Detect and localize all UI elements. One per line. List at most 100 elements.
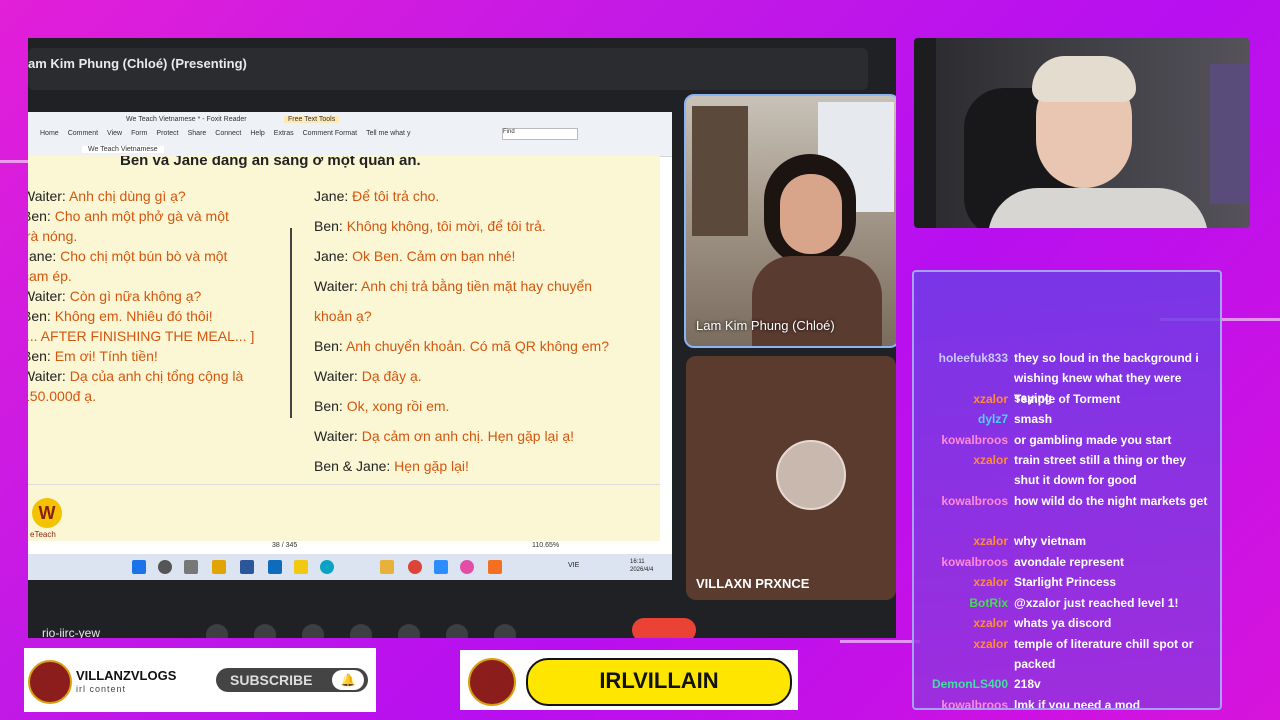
channel-name: IRLVILLAIN	[599, 668, 719, 693]
foxit-icon[interactable]	[488, 560, 502, 574]
dialogue-line: khoản ạ?	[314, 308, 372, 324]
raise-hand-icon[interactable]	[446, 624, 468, 638]
emoji-icon[interactable]	[398, 624, 420, 638]
webcam-edge	[914, 38, 936, 228]
chat-text: train street still a thing or they shut …	[1014, 453, 1187, 487]
chat-message: holeefuk833 they so loud in the backgroun…	[914, 348, 1220, 405]
dialogue-text: Dạ cảm ơn anh chị. Hẹn gặp lại ạ!	[361, 428, 575, 444]
reader-menu-item[interactable]: Connect	[215, 130, 241, 137]
chat-username[interactable]: xzalor	[973, 531, 1008, 551]
channel-avatar	[468, 658, 516, 706]
edge-icon[interactable]	[320, 560, 334, 574]
chat-username[interactable]: kowalbroos	[941, 552, 1008, 572]
chat-text: smash	[1014, 412, 1053, 426]
chat-username[interactable]: xzalor	[973, 450, 1008, 470]
chat-username[interactable]: xzalor	[973, 613, 1008, 633]
chat-text: @xzalor just reached level 1!	[1014, 595, 1179, 610]
captions-icon[interactable]	[206, 624, 228, 638]
chat-message: xzalor train street still a thing or they…	[914, 450, 1220, 490]
taskview-icon[interactable]	[184, 560, 198, 574]
reader-menu-item[interactable]: View	[107, 130, 122, 137]
reader-menu: Home Comment View Form Protect Share Connect He…	[40, 130, 410, 137]
reader-menu-item[interactable]: Comment Format	[303, 130, 357, 137]
reader-menu-item[interactable]: Form	[131, 130, 147, 137]
subscribe-button[interactable]: SUBSCRIBE 🔔	[216, 668, 368, 692]
word-icon[interactable]	[240, 560, 254, 574]
mic-icon[interactable]	[254, 624, 276, 638]
dialogue-text: Không không, tôi mời, để tôi trả.	[346, 218, 546, 234]
streamer-hair	[1032, 56, 1136, 102]
present-icon[interactable]	[350, 624, 372, 638]
dialogue-line: Ben & Jane: Hẹn gặp lại!	[314, 458, 469, 474]
dialogue-text: Còn gì nữa không ạ?	[69, 288, 202, 304]
channel-banner: IRLVILLAIN	[460, 650, 798, 710]
participant-name: VILLAXN PRXNCE	[696, 576, 810, 591]
dialogue-text: Anh chuyển khoản. Có mã QR không em?	[345, 338, 609, 354]
free-text-tools-label[interactable]: Free Text Tools	[284, 116, 340, 123]
dialogue-text: [... AFTER FINISHING THE MEAL... ]	[28, 328, 255, 344]
reader-menu-item[interactable]: Help	[250, 130, 264, 137]
chat-username[interactable]: xzalor	[973, 634, 1008, 654]
dialogue-line: [... AFTER FINISHING THE MEAL... ]	[28, 328, 254, 344]
speaker-label: Jane:	[314, 248, 349, 264]
reader-menu-item[interactable]: Tell me what y	[366, 130, 410, 137]
dialogue-line: Jane: Cho chị một bún bò và một	[28, 248, 227, 264]
notes-icon[interactable]	[294, 560, 308, 574]
chat-message: xzalor why vietnam	[914, 531, 1220, 551]
chat-username[interactable]: holeefuk833	[939, 348, 1008, 368]
speaker-label: Ben & Jane:	[314, 458, 391, 474]
participant-face	[780, 174, 842, 254]
chat-username[interactable]: kowalbroos	[941, 695, 1008, 709]
camera-icon[interactable]	[302, 624, 324, 638]
mail-icon[interactable]	[268, 560, 282, 574]
background-shelf	[692, 106, 748, 236]
more-icon[interactable]	[494, 624, 516, 638]
reader-menu-item[interactable]: Home	[40, 130, 59, 137]
zoom-app-icon[interactable]	[434, 560, 448, 574]
dialogue-text: trà nóng.	[28, 228, 78, 244]
dialogue-line: 150.000đ ạ.	[28, 388, 96, 404]
chat-app-icon[interactable]	[460, 560, 474, 574]
zoom-level[interactable]: 110.65%	[532, 542, 559, 549]
background-monitor	[1210, 64, 1250, 204]
chrome-icon[interactable]	[408, 560, 422, 574]
chat-username[interactable]: dylz7	[978, 409, 1008, 429]
chat-text: how wild do the night markets get	[1014, 493, 1208, 508]
dialogue-text: Anh chị dùng gì ạ?	[68, 188, 186, 204]
chat-username[interactable]: kowalbroos	[941, 491, 1008, 511]
reader-menu-item[interactable]: Share	[188, 130, 207, 137]
reader-menu-item[interactable]: Comment	[68, 130, 98, 137]
reader-doc-tab[interactable]: We Teach Vietnamese	[82, 146, 164, 153]
chat-username[interactable]: BotRix	[969, 593, 1008, 613]
folder-icon[interactable]	[380, 560, 394, 574]
speaker-label: Waiter:	[314, 368, 358, 384]
dialogue-text: Hẹn gặp lại!	[394, 458, 469, 474]
search-icon[interactable]	[158, 560, 172, 574]
calendar-icon[interactable]	[212, 560, 226, 574]
subscribe-label: SUBSCRIBE	[230, 672, 313, 688]
dialogue-text: khoản ạ?	[314, 308, 372, 324]
page-counter[interactable]: 38 / 345	[272, 542, 297, 549]
chat-text: Starlight Princess	[1014, 575, 1117, 589]
chat-message: kowalbroos how wild do the night markets …	[914, 491, 1220, 531]
document-page: Ben và Jane đang ăn sáng ở một quán ăn. …	[28, 156, 660, 526]
chat-username[interactable]: kowalbroos	[941, 430, 1008, 450]
end-call-button[interactable]	[632, 618, 696, 638]
chat-username[interactable]: xzalor	[973, 389, 1008, 409]
input-language[interactable]: VIE	[568, 562, 579, 569]
participant-tile-villaxn[interactable]: VILLAXN PRXNCE	[686, 356, 896, 600]
find-input[interactable]: Find	[502, 128, 578, 140]
speaker-label: Waiter:	[28, 288, 66, 304]
reader-menu-item[interactable]: Extras	[274, 130, 294, 137]
chat-username[interactable]: xzalor	[973, 572, 1008, 592]
chat-username[interactable]: DemonLS400	[932, 674, 1008, 694]
bell-icon[interactable]: 🔔	[332, 670, 364, 690]
dialogue-line: trà nóng.	[28, 228, 77, 244]
speaker-label: Ben:	[28, 308, 51, 324]
reader-menu-item[interactable]: Protect	[156, 130, 178, 137]
participant-tile-chloe[interactable]: Lam Kim Phung (Chloé)	[684, 94, 896, 348]
dialogue-text: cam ép.	[28, 268, 72, 284]
start-icon[interactable]	[132, 560, 146, 574]
logo-caption: eTeach	[30, 530, 56, 539]
chat-message: kowalbroos or gambling made you start	[914, 430, 1220, 450]
